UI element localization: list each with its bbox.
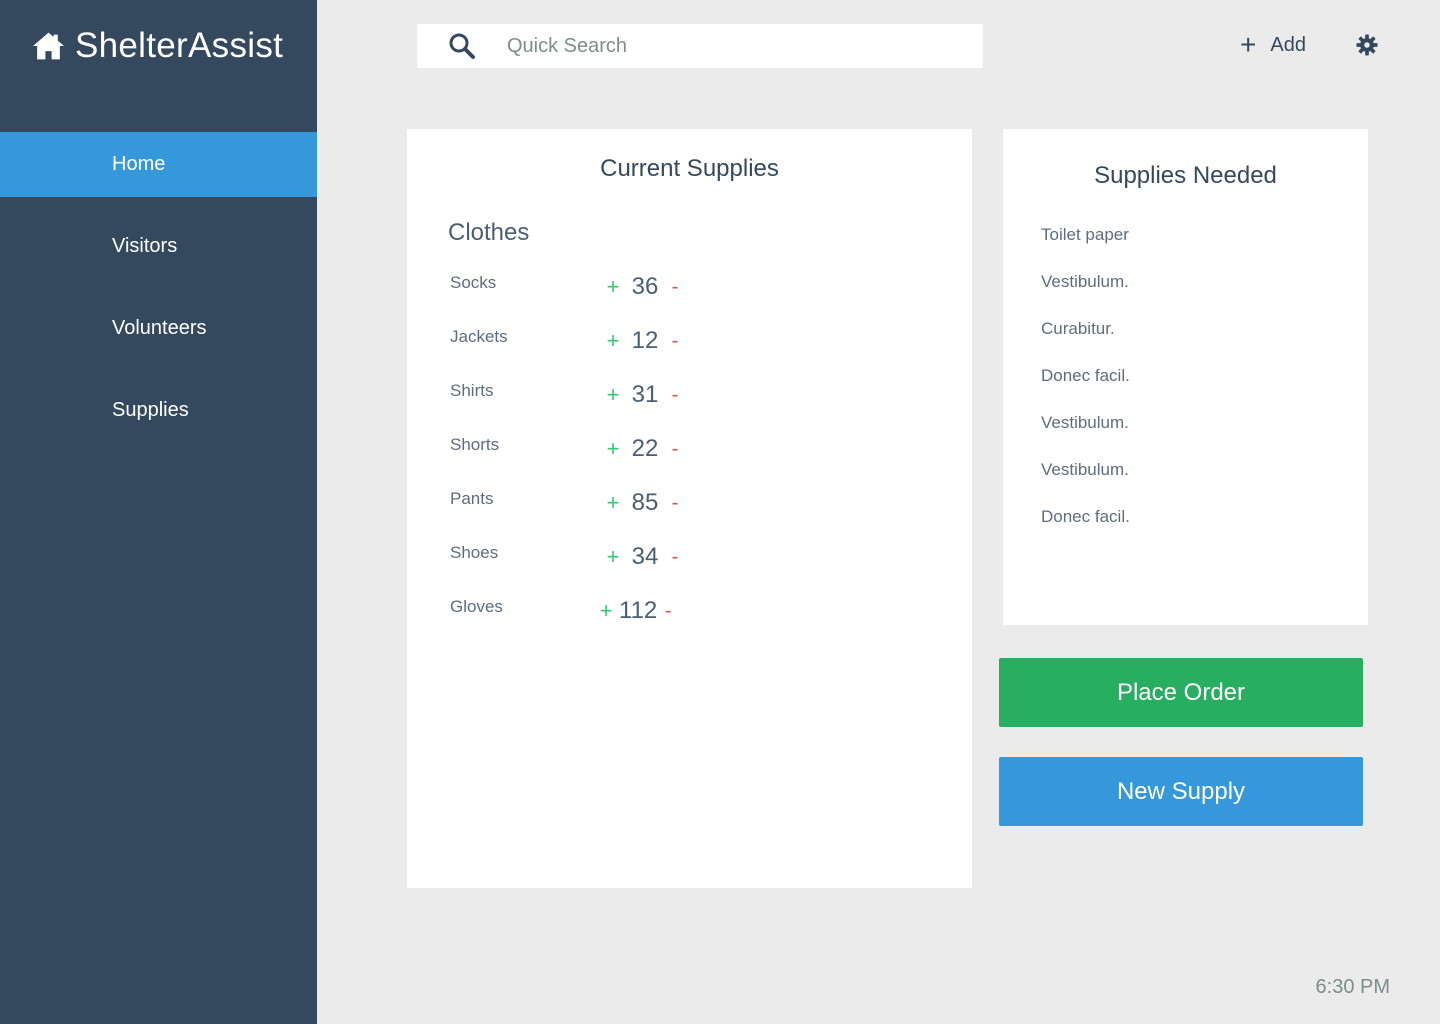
category-heading: Clothes [448,219,530,246]
needed-item: Curabitur. [1041,319,1115,338]
sidebar-item-supplies[interactable]: Supplies [0,378,317,443]
decrement-button[interactable]: - [664,546,686,569]
quantity-value: 85 [631,489,659,516]
sidebar-nav: Home Visitors Volunteers Supplies [0,132,317,460]
sidebar-item-label: Home [112,153,166,175]
sidebar-item-volunteers[interactable]: Volunteers [0,296,317,361]
quantity-value: 12 [631,327,659,354]
app-name: ShelterAssist [75,26,284,65]
supply-row-shorts: Shorts + 22 - [450,434,930,464]
gear-icon[interactable] [1356,34,1378,56]
supply-name: Shoes [450,543,499,562]
needed-item: Donec facil. [1041,507,1130,526]
decrement-button[interactable]: - [657,600,679,623]
quantity-stepper: + 34 - [600,542,740,572]
new-supply-button[interactable]: New Supply [999,757,1363,826]
sidebar-item-label: Visitors [112,235,178,257]
add-button[interactable]: + Add [1240,30,1306,60]
needed-item: Donec facil. [1041,366,1130,385]
sidebar: ShelterAssist Home Visitors Volunteers S… [0,0,317,1024]
supplies-needed-card: Supplies Needed Toilet paper Vestibulum.… [1003,129,1368,625]
increment-button[interactable]: + [593,598,619,624]
quantity-value: 34 [631,543,659,570]
needed-item: Toilet paper [1041,225,1129,244]
clock: 6:30 PM [1315,976,1390,998]
needed-item: Vestibulum. [1041,413,1129,432]
needed-item: Vestibulum. [1041,460,1129,479]
search-input[interactable] [507,32,967,60]
quantity-value: 36 [631,273,659,300]
increment-button[interactable]: + [600,328,626,354]
increment-button[interactable]: + [600,382,626,408]
supply-name: Shorts [450,435,500,454]
quantity-value: 112 [619,597,658,624]
supply-row-jackets: Jackets + 12 - [450,326,930,356]
decrement-button[interactable]: - [664,492,686,515]
decrement-button[interactable]: - [664,276,686,299]
brand[interactable]: ShelterAssist [32,26,283,66]
quantity-stepper: + 22 - [600,434,740,464]
sidebar-item-visitors[interactable]: Visitors [0,214,317,279]
decrement-button[interactable]: - [664,438,686,461]
supply-row-shirts: Shirts + 31 - [450,380,930,410]
supply-name: Pants [450,489,494,508]
current-supplies-title: Current Supplies [600,155,779,182]
sidebar-item-label: Volunteers [112,317,207,339]
supplies-needed-title: Supplies Needed [1094,162,1277,189]
place-order-button[interactable]: Place Order [999,658,1363,727]
supply-name: Jackets [450,327,508,346]
house-icon [33,32,64,60]
supply-row-gloves: Gloves + 112 - [450,596,930,626]
increment-button[interactable]: + [600,544,626,570]
current-supplies-card: Current Supplies Clothes Socks + 36 - Ja… [407,129,972,888]
quantity-stepper: + 112 - [593,596,733,626]
increment-button[interactable]: + [600,490,626,516]
plus-icon: + [1240,29,1257,60]
supply-row-shoes: Shoes + 34 - [450,542,930,572]
quantity-stepper: + 12 - [600,326,740,356]
quantity-stepper: + 36 - [600,272,740,302]
increment-button[interactable]: + [600,274,626,300]
sidebar-item-label: Supplies [112,399,189,421]
supply-name: Socks [450,273,497,292]
quantity-stepper: + 31 - [600,380,740,410]
quantity-value: 31 [631,381,659,408]
needed-item: Vestibulum. [1041,272,1129,291]
decrement-button[interactable]: - [664,330,686,353]
increment-button[interactable]: + [600,436,626,462]
quantity-value: 22 [631,435,659,462]
quantity-stepper: + 85 - [600,488,740,518]
supply-name: Shirts [450,381,494,400]
sidebar-item-home[interactable]: Home [0,132,317,197]
decrement-button[interactable]: - [664,384,686,407]
supply-row-pants: Pants + 85 - [450,488,930,518]
supply-row-socks: Socks + 36 - [450,272,930,302]
add-label: Add [1270,33,1306,56]
supply-name: Gloves [450,597,503,616]
search-icon [449,33,475,59]
search-bar [417,24,983,68]
